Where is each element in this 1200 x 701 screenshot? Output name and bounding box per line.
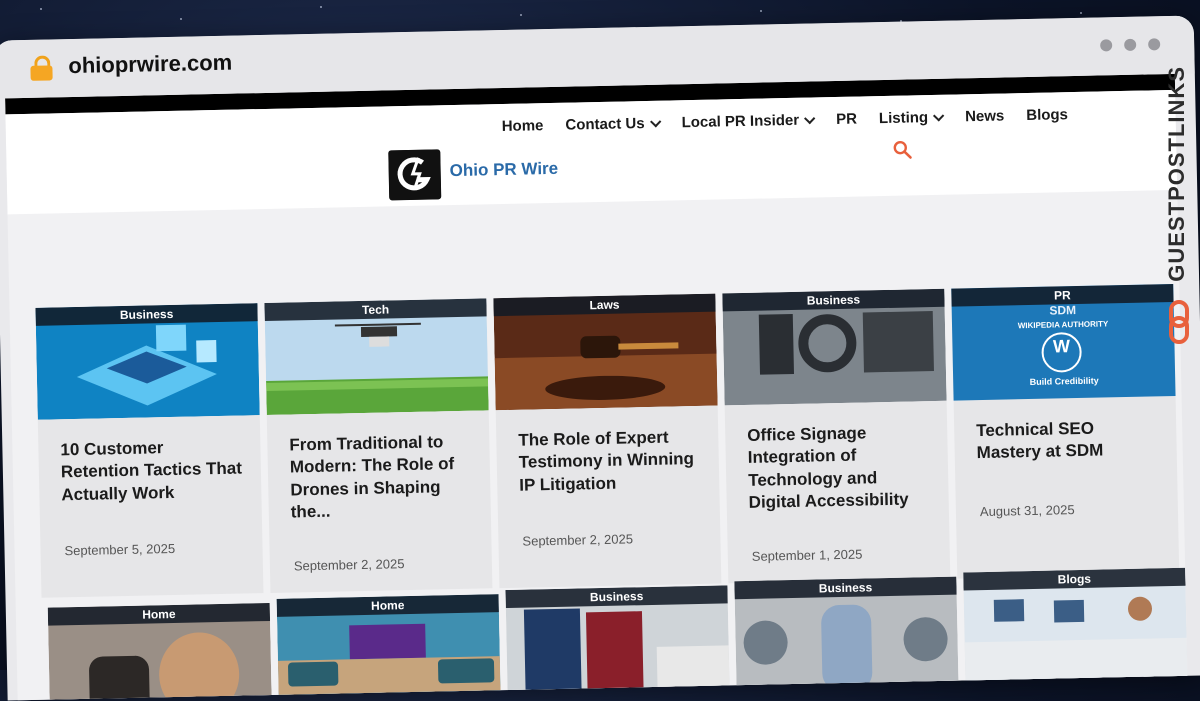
article-thumbnail[interactable]: Business [505,585,730,701]
lock-icon [30,55,53,81]
window-dot-icon[interactable] [1148,38,1161,51]
article-thumbnail[interactable]: Home [47,602,273,701]
window-dot-icon[interactable] [1100,39,1113,52]
nav-label: Local PR Insider [681,111,800,132]
watermark-text: GUESTPOSTLINKS [1164,66,1189,282]
thumbnail-caption: WIKIPEDIA AUTHORITY [1017,319,1109,331]
nav-item-pr[interactable]: PR [836,111,857,128]
article-card[interactable]: Business [505,585,730,701]
wikipedia-w-icon: W [1041,331,1083,373]
article-thumbnail[interactable]: SDM WIKIPEDIA AUTHORITY W Build Credibil… [951,283,1176,401]
article-card[interactable]: Business 10 Customer Retention Tactics T… [35,303,264,598]
article-card[interactable]: Business [734,576,959,701]
article-date: September 5, 2025 [64,540,176,559]
chevron-down-icon [933,109,945,122]
main-nav: Home Contact Us Local PR Insider PR List… [502,106,1091,135]
article-date: September 2, 2025 [522,531,634,549]
article-thumbnail[interactable]: Blogs [963,567,1188,685]
article-thumbnail[interactable]: Business [734,576,959,694]
article-date: August 31, 2025 [979,502,1075,520]
address-bar-url[interactable]: ohioprwire.com [68,50,232,79]
article-thumbnail[interactable]: Laws [493,293,718,411]
chevron-down-icon [804,112,816,124]
article-thumbnail[interactable]: Tech [264,298,489,415]
nav-label: Blogs [1026,106,1069,125]
article-thumbnail[interactable]: Business [722,288,947,406]
thumbnail-caption: Build Credibility [1029,375,1099,388]
site-logo[interactable]: Ohio PR Wire [388,147,558,201]
nav-item-listing[interactable]: Listing [878,109,945,128]
nav-label: Home [501,117,544,136]
article-thumbnail[interactable]: Home [276,594,501,701]
nav-label: News [964,107,1005,126]
nav-label: Contact Us [565,115,645,134]
article-title[interactable]: The Role of Expert Testimony in Winning … [496,406,720,498]
article-title[interactable]: Technical SEO Mastery at SDM [954,396,1177,466]
article-card[interactable]: Blogs [963,567,1188,693]
article-card[interactable]: Laws The Role of Expert Testimony in Win… [493,293,722,589]
window-dot-icon[interactable] [1124,38,1137,51]
article-thumbnail[interactable]: Business [35,303,260,420]
site-name: Ohio PR Wire [449,158,559,181]
nav-label: Listing [878,109,929,128]
nav-label: PR [835,110,858,129]
nav-item-news[interactable]: News [965,107,1005,125]
article-title[interactable]: 10 Customer Retention Tactics That Actua… [38,415,262,507]
window-controls [1100,38,1161,52]
logo-mark-icon [388,149,442,201]
article-card[interactable]: Home [47,602,273,701]
article-card[interactable]: Tech From Traditional to Modern: The Rol… [264,298,493,593]
browser-window: ohioprwire.com Home Contact Us Local PR … [0,15,1200,701]
article-date: September 2, 2025 [293,556,405,574]
article-card[interactable]: SDM WIKIPEDIA AUTHORITY W Build Credibil… [951,283,1180,579]
nav-item-home[interactable]: Home [502,117,544,135]
article-card[interactable]: Business Office Signage Integration of T… [722,288,951,584]
web-page: Home Contact Us Local PR Insider PR List… [5,73,1188,701]
nav-item-local-pr-insider[interactable]: Local PR Insider [681,111,816,132]
chain-link-icon [1169,300,1189,344]
nav-item-contact-us[interactable]: Contact Us [565,115,662,134]
search-icon[interactable] [892,139,912,159]
article-date: September 1, 2025 [751,546,863,564]
chevron-down-icon [649,115,662,127]
article-card[interactable]: Home [276,594,502,701]
nav-item-blogs[interactable]: Blogs [1026,106,1068,124]
article-title[interactable]: From Traditional to Modern: The Role of … [267,410,491,524]
article-title[interactable]: Office Signage Integration of Technology… [725,401,949,515]
